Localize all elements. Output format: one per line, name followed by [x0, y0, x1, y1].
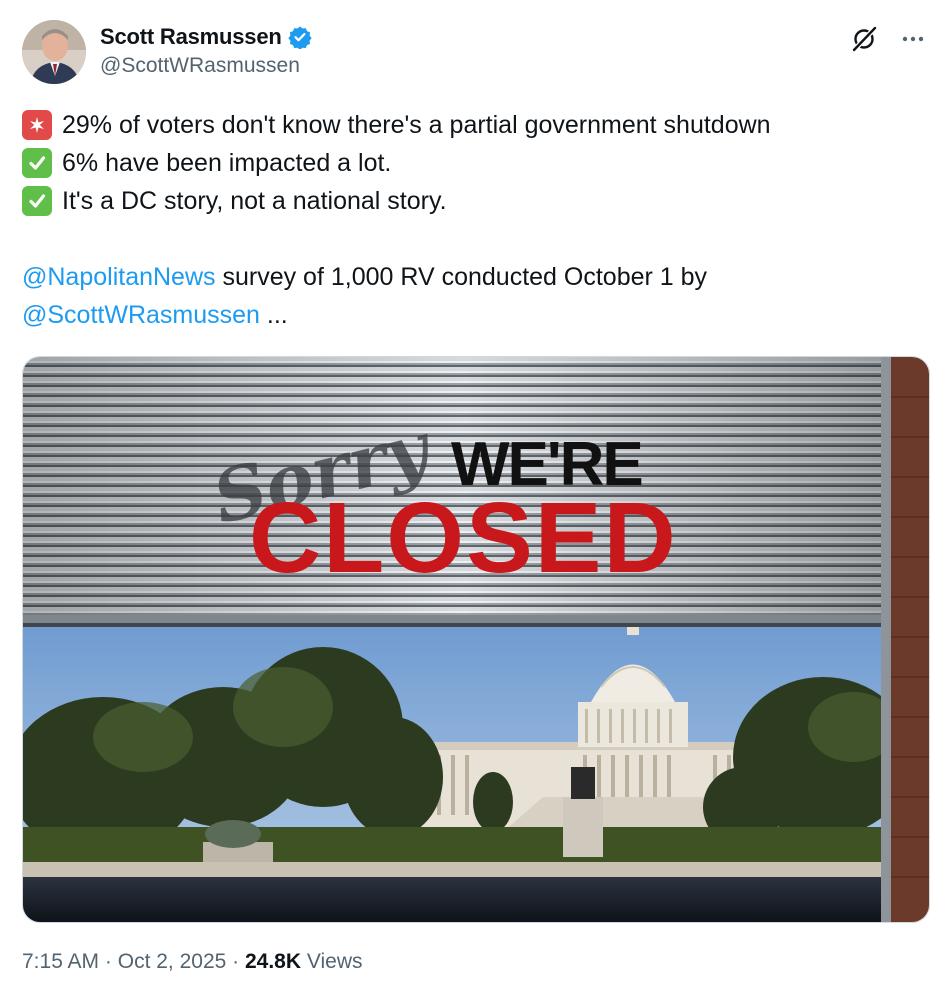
- tweet-text: 29% of voters don't know there's a parti…: [22, 106, 922, 334]
- sign-closed-text: CLOSED: [249, 482, 678, 594]
- tweet-line-2: 6% have been impacted a lot.: [22, 144, 922, 182]
- check-mark-icon: [22, 148, 52, 178]
- tweet-line-1: 29% of voters don't know there's a parti…: [22, 106, 922, 144]
- tweet-line-5: @ScottWRasmussen ...: [22, 296, 922, 334]
- meta-separator: ·: [99, 950, 118, 973]
- tweet-line-4-text: survey of 1,000 RV conducted October 1 b…: [215, 263, 708, 291]
- more-icon[interactable]: [898, 24, 928, 54]
- tweet-line-4: @NapolitanNews survey of 1,000 RV conduc…: [22, 258, 922, 296]
- views-count[interactable]: 24.8K: [245, 950, 301, 973]
- show-more-ellipsis[interactable]: ...: [260, 296, 288, 334]
- author-display-name[interactable]: Scott Rasmussen: [100, 24, 282, 50]
- tweet-line-1-text: 29% of voters don't know there's a parti…: [62, 111, 771, 139]
- avatar-photo: [22, 20, 86, 84]
- tweet-metadata: 7:15 AM · Oct 2, 2025 · 24.8K Views: [22, 950, 363, 974]
- verified-badge-icon[interactable]: [288, 25, 312, 50]
- mention-link-napolitannews[interactable]: @NapolitanNews: [22, 258, 216, 296]
- closed-sign-image: Sorry WE'RE CLOSED: [23, 357, 929, 922]
- check-mark-icon: [22, 186, 52, 216]
- tweet-date[interactable]: Oct 2, 2025: [118, 950, 227, 973]
- author-handle[interactable]: @ScottWRasmussen: [100, 54, 312, 78]
- siren-icon: [22, 110, 52, 140]
- tweet-time[interactable]: 7:15 AM: [22, 950, 99, 973]
- tweet-line-2-text: 6% have been impacted a lot.: [62, 149, 392, 177]
- tweet-image[interactable]: Sorry WE'RE CLOSED: [22, 356, 930, 923]
- author-names: Scott Rasmussen @ScottWRasmussen: [100, 22, 312, 78]
- tweet-line-3-text: It's a DC story, not a national story.: [62, 187, 447, 215]
- tweet-line-3: It's a DC story, not a national story.: [22, 182, 922, 220]
- mention-link-scottwrasmussen[interactable]: @ScottWRasmussen: [22, 296, 260, 334]
- grok-icon[interactable]: [850, 24, 880, 54]
- tweet-header: Scott Rasmussen @ScottWRasmussen: [22, 18, 928, 88]
- avatar[interactable]: [22, 20, 86, 84]
- meta-separator: ·: [226, 950, 245, 973]
- views-label: Views: [301, 950, 363, 973]
